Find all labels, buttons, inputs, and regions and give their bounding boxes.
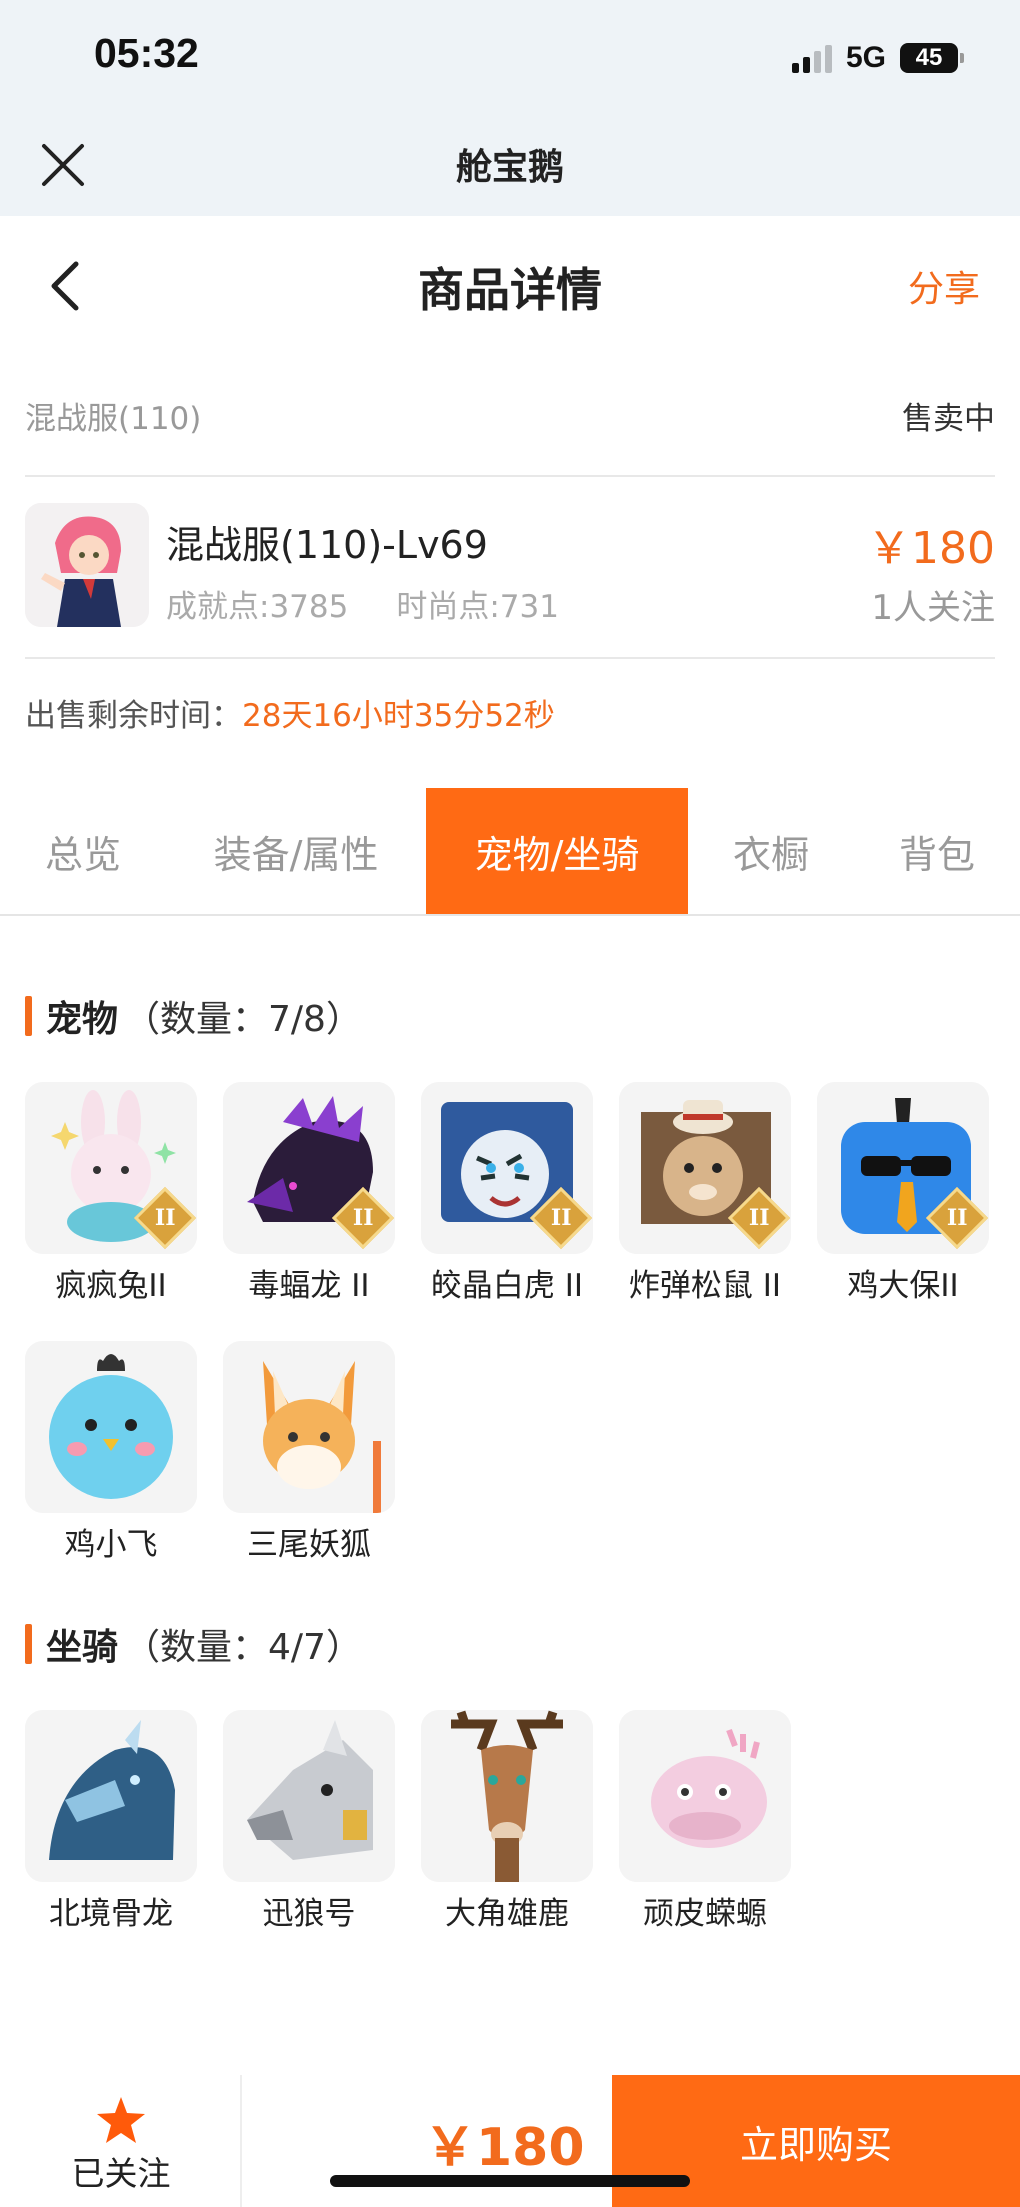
pets-section-title: 宠物 （数量：7/8） [25,990,362,1042]
server-name: 混战服(110) [25,401,202,437]
mount-item[interactable]: 顽皮蝾螈 [619,1710,791,1933]
pet-item[interactable]: II 疯疯兔II [25,1082,197,1305]
mount-name: 顽皮蝾螈 [643,1896,767,1932]
battery-icon: 45 [900,43,964,73]
pet-item[interactable]: 三尾妖狐 [223,1341,395,1564]
follower-count: 1人关注 [871,588,995,628]
tier-label: II [154,1205,176,1231]
page-title: 商品详情 [418,263,602,317]
tiger-icon: II [421,1082,593,1254]
mounts-section-title: 坐骑 （数量：4/7） [25,1618,362,1670]
product-name: 混战服(110)-Lv69 [166,523,488,567]
stag-icon [421,1710,593,1882]
star-icon [97,2097,145,2143]
product-meta: 成就点:3785 时尚点:731 [166,581,559,626]
pet-name: 鸡小飞 [64,1527,158,1563]
tier-label: II [748,1205,770,1231]
status-time: 05:32 [94,30,199,76]
dragon-icon: II [223,1082,395,1254]
tab-wardrobe[interactable]: 衣橱 [688,788,854,914]
pet-name: 皎晶白虎 II [430,1268,584,1304]
countdown-value: 28天16小时35分52秒 [242,698,555,734]
character-icon [25,503,149,627]
pet-item[interactable]: II 鸡大保II [817,1082,989,1305]
bottom-action-bar: 已关注 ￥180 立即购买 [0,2075,1020,2207]
section-accent-bar [25,1624,32,1664]
follow-button[interactable]: 已关注 [0,2075,242,2207]
tab-backpack[interactable]: 背包 [854,788,1020,914]
achievement-points: 成就点:3785 [166,589,349,625]
pets-count: （数量：7/8） [124,999,362,1040]
mech-wolf-icon [223,1710,395,1882]
pet-item[interactable]: 鸡小飞 [25,1341,197,1564]
sale-status: 售卖中 [902,401,995,437]
bottom-price: ￥180 [424,2118,585,2178]
tab-pets-mounts[interactable]: 宠物/坐骑 [426,788,688,914]
fashion-points: 时尚点:731 [396,589,559,625]
mount-item[interactable]: 迅狼号 [223,1710,395,1933]
mount-item[interactable]: 大角雄鹿 [421,1710,593,1933]
tab-overview[interactable]: 总览 [0,788,166,914]
squirrel-icon: II [619,1082,791,1254]
home-indicator [330,2175,690,2187]
countdown-label: 出售剩余时间： [25,698,242,734]
fox-icon [223,1341,395,1513]
pet-item[interactable]: II 毒蝠龙 II [223,1082,395,1305]
rabbit-icon: II [25,1082,197,1254]
product-price: ￥180 [867,523,995,574]
tier-label: II [550,1205,572,1231]
pet-item[interactable]: II 皎晶白虎 II [421,1082,593,1305]
pet-name: 鸡大保II [847,1268,959,1304]
pet-name: 疯疯兔II [55,1268,167,1304]
mount-item[interactable]: 北境骨龙 [25,1710,197,1933]
detail-tabs: 总览 装备/属性 宠物/坐骑 衣橱 背包 [0,788,1020,916]
pets-title: 宠物 [46,999,119,1040]
tab-equipment[interactable]: 装备/属性 [166,788,426,914]
divider [25,475,995,477]
pet-item[interactable]: II 炸弹松鼠 II [619,1082,791,1305]
character-avatar [25,503,149,627]
divider [25,657,995,659]
pet-name: 三尾妖狐 [247,1527,371,1563]
battery-level: 45 [915,44,943,71]
network-type: 5G [845,41,886,74]
tier-label: II [946,1205,968,1231]
mounts-title: 坐骑 [46,1627,119,1668]
webview-title: 舱宝鹅 [455,147,564,188]
bone-dragon-icon [25,1710,197,1882]
mount-name: 迅狼号 [262,1896,356,1932]
mount-name: 北境骨龙 [49,1896,173,1932]
mount-name: 大角雄鹿 [445,1896,569,1932]
share-button[interactable]: 分享 [908,260,980,312]
signal-icon [791,43,832,73]
chick-icon [25,1341,197,1513]
tier-label: II [352,1205,374,1231]
nav-bar: 商品详情 分享 [0,216,1020,346]
webview-header: 05:32 5G 45 舱宝鹅 [0,0,1020,216]
buy-now-button[interactable]: 立即购买 [612,2075,1020,2207]
pets-grid: II 疯疯兔II II 毒蝠龙 II II 皎晶白虎 II II 炸弹松鼠 II… [25,1082,989,1564]
chicken-boss-icon: II [817,1082,989,1254]
mounts-count: （数量：4/7） [124,1627,362,1668]
sale-countdown: 出售剩余时间： 28天16小时35分52秒 [25,690,555,735]
pet-name: 炸弹松鼠 II [628,1268,782,1304]
follow-label: 已关注 [71,2154,171,2193]
section-accent-bar [25,996,32,1036]
pet-name: 毒蝠龙 II [248,1268,370,1304]
mounts-grid: 北境骨龙 迅狼号 大角雄鹿 顽皮蝾螈 [25,1710,989,1933]
status-indicators: 5G 45 [791,38,964,78]
axolotl-icon [619,1710,791,1882]
